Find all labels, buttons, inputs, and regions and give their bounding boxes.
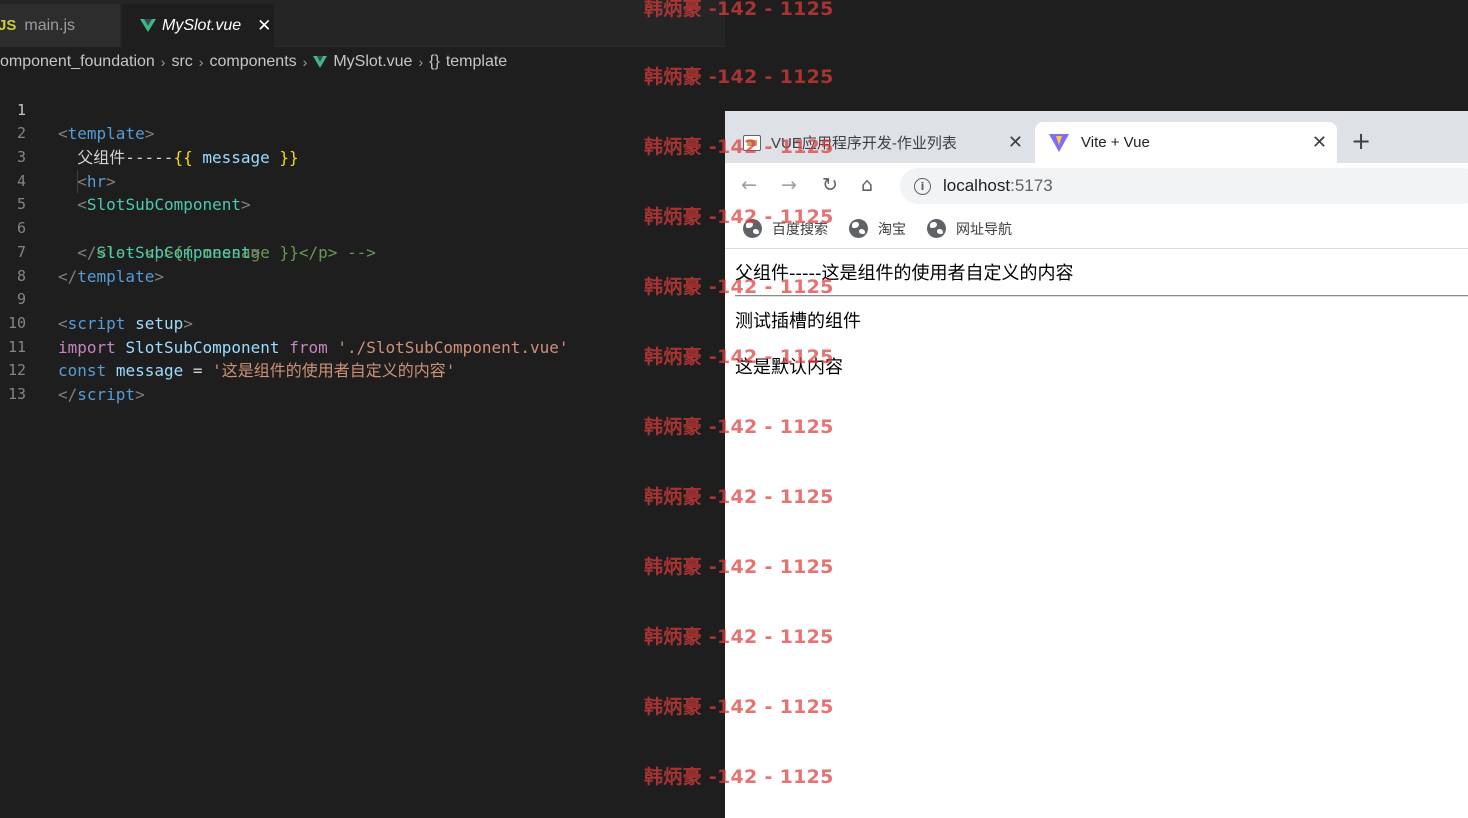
code-line: 10 import SlotSubComponent from './SlotS… bbox=[0, 288, 725, 357]
js-file-icon: JS bbox=[0, 17, 17, 34]
url-host: localhost bbox=[943, 176, 1011, 195]
browser-tab-title: VUE应用程序开发-作业列表 bbox=[771, 135, 957, 152]
bookmark-label: 网址导航 bbox=[956, 220, 1012, 237]
breadcrumb-item[interactable]: components bbox=[209, 53, 296, 71]
close-tab-icon[interactable]: ✕ bbox=[1312, 132, 1327, 153]
breadcrumb-item[interactable]: omponent_foundation bbox=[0, 53, 155, 71]
reload-icon[interactable]: ↻ bbox=[822, 175, 838, 195]
bookmark-label: 淘宝 bbox=[878, 220, 906, 237]
slot-default-content: 这是默认内容 bbox=[735, 357, 843, 378]
browser-window: VUE应用程序开发-作业列表 ✕ Vite + Vue ✕ + ← → ↻ ⌂ … bbox=[725, 111, 1468, 818]
chevron-right-icon: › bbox=[302, 54, 308, 70]
indent-guide bbox=[77, 169, 78, 194]
address-bar[interactable]: i localhost:5173 bbox=[900, 168, 1468, 204]
bookmark-label: 百度搜索 bbox=[772, 220, 828, 237]
vite-favicon-icon bbox=[1049, 133, 1069, 152]
url-port: :5173 bbox=[1010, 176, 1053, 195]
chevron-right-icon: › bbox=[418, 54, 424, 70]
code-line: 6 </SlotSubComponent> bbox=[0, 193, 725, 262]
code-editor[interactable]: JS main.js MySlot.vue ✕ omponent_foundat… bbox=[0, 0, 725, 818]
tab-label: MySlot.vue bbox=[162, 16, 242, 34]
code-line: 8 bbox=[0, 241, 725, 285]
forward-arrow-icon[interactable]: → bbox=[781, 175, 797, 195]
browser-tab-homework[interactable]: VUE应用程序开发-作业列表 ✕ bbox=[743, 122, 1033, 163]
globe-icon bbox=[927, 219, 946, 238]
vue-file-icon bbox=[313, 56, 328, 68]
bookmarks-bar: 百度搜索 淘宝 网址导航 bbox=[725, 209, 1468, 249]
vue-file-icon bbox=[140, 19, 156, 32]
tab-label: main.js bbox=[24, 16, 76, 34]
globe-icon bbox=[743, 219, 762, 238]
breadcrumb: omponent_foundation › src › components ›… bbox=[0, 48, 725, 76]
editor-tab-bar: JS main.js MySlot.vue ✕ bbox=[0, 0, 725, 47]
close-tab-icon[interactable]: ✕ bbox=[1008, 132, 1023, 153]
bookmark-item[interactable]: 百度搜索 bbox=[743, 219, 828, 239]
code-line: 5 <!-- <p>{{ message }}</p> --> bbox=[0, 169, 725, 262]
parent-text: 父组件-----这是组件的使用者自定义的内容 bbox=[735, 263, 1074, 284]
code-line: 3 <hr> bbox=[0, 122, 725, 191]
code-line: 7 </template> bbox=[0, 217, 725, 286]
code-token: > bbox=[135, 384, 145, 404]
tab-myslot-vue[interactable]: MySlot.vue ✕ bbox=[122, 4, 274, 47]
tab-main-js[interactable]: JS main.js bbox=[0, 4, 121, 47]
browser-tab-vite-vue[interactable]: Vite + Vue ✕ bbox=[1035, 122, 1337, 163]
code-line: 12 </script> bbox=[0, 336, 725, 404]
code-line: 11 const message = '这是组件的使用者自定义的内容' bbox=[0, 312, 725, 381]
document-favicon-icon bbox=[743, 134, 761, 151]
home-icon[interactable]: ⌂ bbox=[861, 175, 873, 195]
code-token: script bbox=[77, 384, 136, 404]
bookmark-item[interactable]: 网址导航 bbox=[927, 219, 1012, 239]
browser-tab-title: Vite + Vue bbox=[1081, 134, 1150, 151]
globe-icon bbox=[849, 219, 868, 238]
code-line: 9 <script setup> bbox=[0, 265, 725, 333]
slot-component-title: 测试插槽的组件 bbox=[735, 311, 861, 332]
line-number: 13 bbox=[7, 384, 26, 403]
back-arrow-icon[interactable]: ← bbox=[741, 175, 757, 195]
code-token: </ bbox=[58, 384, 78, 404]
browser-toolbar: ← → ↻ ⌂ i localhost:5173 bbox=[725, 163, 1468, 209]
horizontal-rule bbox=[735, 295, 1468, 297]
new-tab-icon[interactable]: + bbox=[1351, 129, 1371, 153]
chevron-right-icon: › bbox=[198, 54, 204, 70]
breadcrumb-item[interactable]: MySlot.vue bbox=[333, 53, 412, 71]
code-line: 1 <template> bbox=[0, 75, 725, 144]
code-area[interactable]: 1 <template> 2 父组件-----{{ message }} 3 <… bbox=[0, 75, 725, 404]
site-info-icon[interactable]: i bbox=[914, 177, 931, 195]
breadcrumb-item[interactable]: template bbox=[446, 53, 507, 71]
close-tab-icon[interactable]: ✕ bbox=[257, 16, 271, 36]
chevron-right-icon: › bbox=[160, 54, 166, 70]
breadcrumb-item[interactable]: src bbox=[171, 53, 192, 71]
code-line: 4 <SlotSubComponent> bbox=[0, 146, 725, 215]
braces-icon: {} bbox=[429, 53, 440, 70]
code-line: 13 bbox=[0, 359, 725, 403]
browser-tab-strip: VUE应用程序开发-作业列表 ✕ Vite + Vue ✕ + bbox=[725, 111, 1468, 163]
page-content: 父组件-----这是组件的使用者自定义的内容 测试插槽的组件 这是默认内容 bbox=[725, 250, 1468, 818]
code-line: 2 父组件-----{{ message }} bbox=[0, 99, 725, 167]
bookmark-item[interactable]: 淘宝 bbox=[849, 219, 906, 239]
